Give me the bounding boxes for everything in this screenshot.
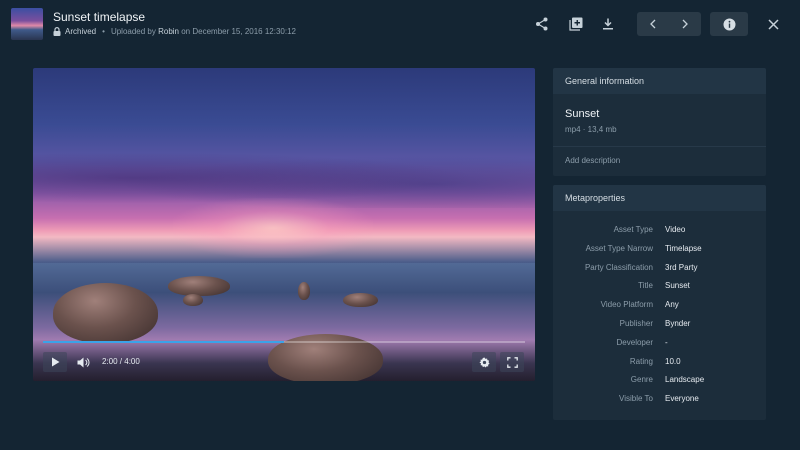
- video-progress-bar[interactable]: [43, 341, 525, 343]
- panel-heading: General information: [553, 68, 766, 94]
- volume-icon: [77, 357, 89, 367]
- asset-title: Sunset timelapse: [53, 10, 146, 24]
- status-badge: Archived: [65, 27, 97, 36]
- metaproperty-row: Asset Type Video: [553, 225, 766, 237]
- metaproperty-key: Title: [638, 281, 653, 291]
- video-frame-rock: [168, 276, 230, 296]
- metaproperty-row: Asset Type Narrow Timelapse: [553, 244, 766, 256]
- video-frame-rock: [183, 294, 203, 306]
- metaproperty-key: Publisher: [619, 319, 653, 328]
- metaproperties-panel: Metaproperties Asset Type Video Asset Type…: [553, 185, 766, 420]
- metaproperty-value: Bynder: [665, 319, 691, 328]
- download-icon: [603, 18, 613, 30]
- settings-icon: [478, 356, 490, 368]
- header: Sunset timelapse Archived • Uploaded by …: [0, 0, 800, 50]
- asset-navigation: [637, 12, 701, 36]
- asset-name: Sunset: [565, 108, 600, 120]
- add-to-collection-icon: [569, 17, 583, 31]
- separator: •: [102, 27, 105, 36]
- metaproperty-key: Asset Type Narrow: [585, 243, 653, 253]
- metaproperty-row: Title Sunset: [553, 281, 766, 293]
- play-icon: [51, 357, 59, 367]
- metaproperty-value: -: [665, 337, 668, 347]
- asset-file-info: mp4 · 13,4 mb: [565, 125, 617, 134]
- asset-subline: Archived • Uploaded by Robin on December…: [53, 27, 296, 36]
- metaproperty-value: Video: [665, 225, 686, 234]
- close-button[interactable]: [762, 13, 784, 35]
- metaproperty-row: Party Classification 3rd Party: [553, 263, 766, 275]
- lock-icon: [53, 27, 61, 36]
- next-asset-button[interactable]: [669, 12, 701, 36]
- play-button[interactable]: [43, 352, 67, 372]
- video-frame-glow: [173, 198, 373, 258]
- metaproperty-key: Asset Type: [613, 225, 653, 234]
- metaproperty-row: Video Platform Any: [553, 300, 766, 312]
- metaproperty-value: Everyone: [665, 394, 699, 404]
- metaproperty-row: Visible To Everyone: [553, 394, 766, 406]
- close-icon: [767, 18, 779, 30]
- asset-thumbnail: [11, 8, 43, 40]
- chevron-left-icon: [650, 19, 656, 29]
- panel-heading: Metaproperties: [553, 185, 766, 211]
- metaproperty-key: Video Platform: [600, 300, 653, 310]
- metaproperty-key: Visible To: [619, 394, 653, 404]
- video-frame-rock: [343, 293, 378, 307]
- video-time-display: 2:00 / 4:00: [102, 357, 140, 366]
- video-frame-rock: [298, 282, 310, 300]
- metaproperty-key: Developer: [616, 337, 653, 347]
- volume-button[interactable]: [71, 352, 95, 372]
- metaproperty-row: Developer -: [553, 338, 766, 350]
- metaproperty-key: Genre: [630, 375, 653, 385]
- info-icon: [723, 18, 735, 30]
- metaproperty-value: Landscape: [665, 375, 705, 385]
- divider: [553, 146, 766, 147]
- metaproperty-value: Sunset: [665, 281, 690, 291]
- video-player[interactable]: 2:00 / 4:00: [33, 68, 535, 381]
- uploaded-prefix: Uploaded by: [110, 27, 156, 36]
- metaproperty-row: Publisher Bynder: [553, 319, 766, 331]
- general-information-panel: General information Sunset mp4 · 13,4 mb…: [553, 68, 766, 176]
- metaproperty-value: 3rd Party: [665, 262, 698, 272]
- download-button[interactable]: [597, 13, 619, 35]
- video-settings-button[interactable]: [472, 352, 496, 372]
- metaproperty-value: 10.0: [665, 356, 681, 366]
- add-description-field[interactable]: Add description: [565, 156, 620, 165]
- metaproperty-row: Rating 10.0: [553, 357, 766, 369]
- add-to-collection-button[interactable]: [565, 13, 587, 35]
- fullscreen-icon: [506, 356, 518, 368]
- video-frame-rock: [53, 283, 158, 343]
- upload-date: on December 15, 2016 12:30:12: [181, 27, 296, 36]
- metaproperty-key: Party Classification: [584, 262, 653, 272]
- metaproperty-value: Any: [665, 300, 679, 310]
- chevron-right-icon: [682, 19, 688, 29]
- share-button[interactable]: [531, 13, 553, 35]
- uploader-name: Robin: [158, 27, 179, 36]
- metaproperty-key: Rating: [629, 356, 653, 366]
- share-icon: [536, 17, 548, 31]
- fullscreen-button[interactable]: [500, 352, 524, 372]
- metaproperty-value: Timelapse: [665, 243, 702, 253]
- previous-asset-button[interactable]: [637, 12, 669, 36]
- video-progress-fill: [43, 341, 284, 343]
- info-button[interactable]: [710, 12, 748, 36]
- metaproperty-row: Genre Landscape: [553, 375, 766, 387]
